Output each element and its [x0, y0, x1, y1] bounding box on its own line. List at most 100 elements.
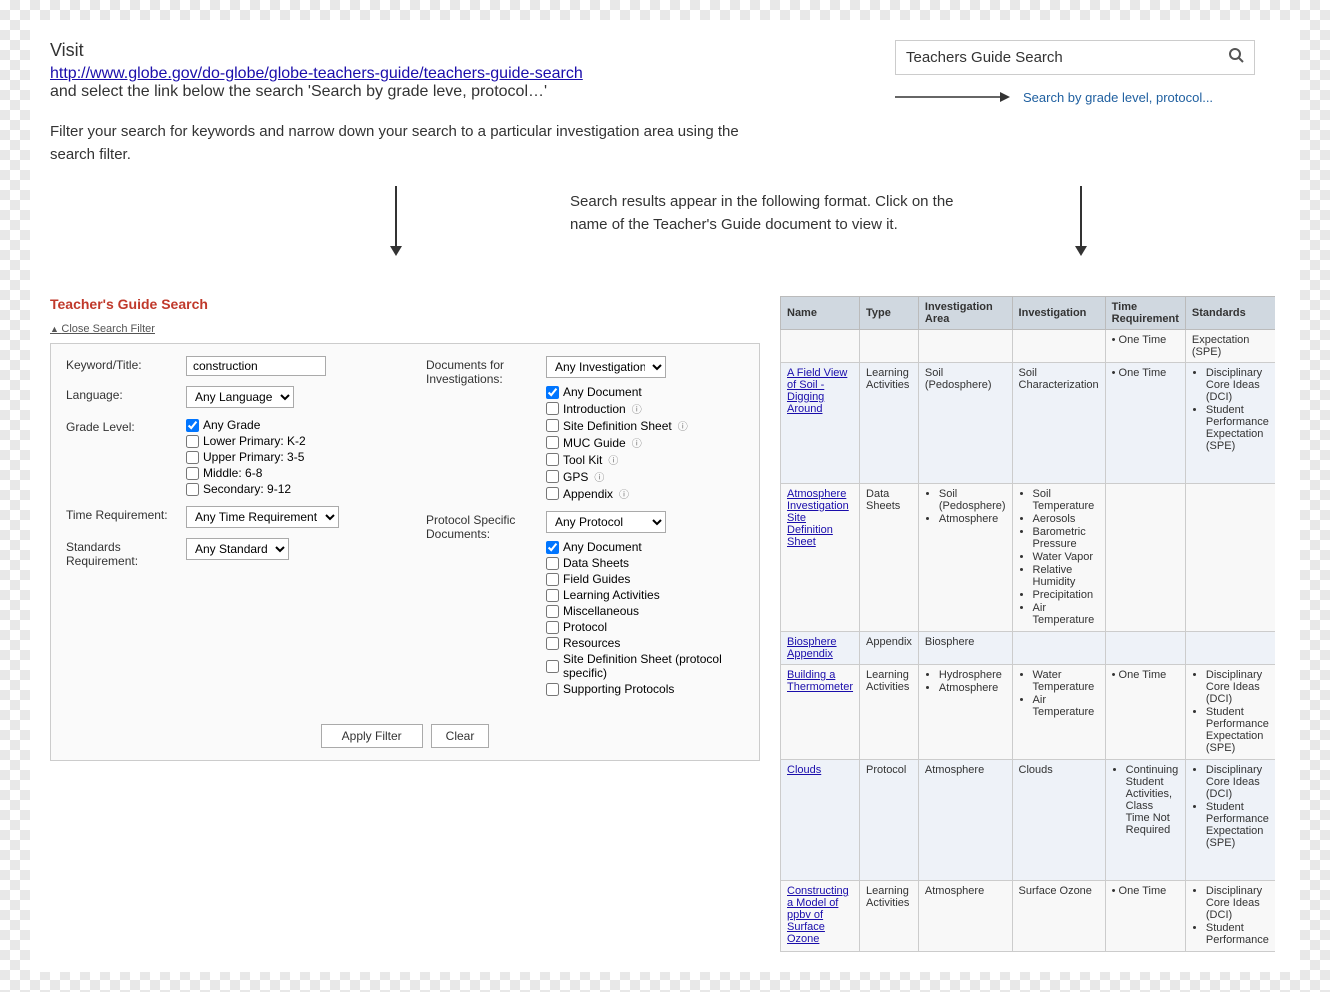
cell-inv-area: Soil (Pedosphere)	[918, 363, 1012, 484]
doc-appendix-checkbox[interactable]	[546, 487, 559, 500]
doc-link[interactable]: A Field View of Soil - Digging Around	[787, 367, 847, 415]
grade-middle-label: Middle: 6-8	[203, 466, 262, 480]
investigation-item: Air Temperature	[1033, 694, 1099, 718]
docs-inv-select[interactable]: Any Investigation	[546, 356, 666, 378]
keyword-row: Keyword/Title:	[66, 356, 406, 376]
filter-left-col: Keyword/Title: Language: Any L	[66, 356, 406, 706]
cell-name	[781, 330, 860, 363]
proto-protocol-checkbox[interactable]	[546, 621, 559, 634]
grade-lower-item: Lower Primary: K-2	[186, 434, 406, 448]
time-list: Continuing Student Activities, Class Tim…	[1112, 764, 1179, 836]
inv-area-item: Atmosphere	[939, 682, 1006, 694]
grade-middle-checkbox[interactable]	[186, 467, 199, 480]
protocol-content: Any Protocol Any Document Data Sheets	[546, 511, 744, 696]
standards-item: Student Performance Expectation (SPE)	[1206, 706, 1269, 754]
cell-inv-area: Biosphere	[918, 632, 1012, 665]
proto-resources-label: Resources	[563, 636, 620, 650]
col-time: Time Requirement	[1105, 297, 1185, 330]
standards-list: Disciplinary Core Ideas (DCI) Student Pe…	[1192, 764, 1269, 849]
proto-any-label: Any Document	[563, 540, 642, 554]
doc-appendix-info-icon: ⓘ	[619, 486, 629, 501]
doc-gps-checkbox[interactable]	[546, 470, 559, 483]
cell-time: Continuing Student Activities, Class Tim…	[1105, 760, 1185, 881]
filter-right-col: Documents for Investigations: Any Invest…	[426, 356, 744, 706]
grade-row: Grade Level: Any Grade Lower Primary: K-…	[66, 418, 406, 496]
cell-inv-area: Atmosphere	[918, 881, 1012, 952]
cell-type: Learning Activities	[860, 665, 919, 760]
doc-link[interactable]: Building a Thermometer	[787, 669, 853, 693]
doc-intro-checkbox[interactable]	[546, 402, 559, 415]
cell-time: • One Time	[1105, 665, 1185, 760]
doc-link[interactable]: Biosphere Appendix	[787, 636, 837, 660]
filter-buttons-row: Apply Filter Clear	[66, 716, 744, 748]
search-box[interactable]	[895, 40, 1255, 75]
inv-area-item: Soil (Pedosphere)	[939, 488, 1006, 512]
protocol-row: Protocol Specific Documents: Any Protoco…	[426, 511, 744, 696]
docs-inv-label: Documents for Investigations:	[426, 356, 546, 386]
doc-appendix-item: Appendix ⓘ	[546, 486, 744, 501]
doc-any-label: Any Document	[563, 385, 642, 399]
doc-muc-checkbox[interactable]	[546, 436, 559, 449]
search-button[interactable]	[1228, 47, 1244, 68]
grade-lower-checkbox[interactable]	[186, 435, 199, 448]
doc-toolkit-checkbox[interactable]	[546, 453, 559, 466]
cell-name: Atmosphere Investigation Site Definition…	[781, 484, 860, 632]
doc-link[interactable]: Clouds	[787, 764, 821, 776]
proto-datasheets-checkbox[interactable]	[546, 557, 559, 570]
vertical-line-right	[1080, 186, 1082, 246]
proto-supporting-item: Supporting Protocols	[546, 682, 744, 696]
doc-link[interactable]: Atmosphere Investigation Site Definition…	[787, 488, 849, 548]
apply-filter-button[interactable]: Apply Filter	[321, 724, 423, 748]
results-panel: Name Type Investigation Area Investigati…	[780, 296, 1275, 952]
vertical-line-left	[395, 186, 397, 246]
cell-name: Building a Thermometer	[781, 665, 860, 760]
proto-supporting-label: Supporting Protocols	[563, 682, 674, 696]
grade-secondary-checkbox[interactable]	[186, 483, 199, 496]
proto-any-checkbox[interactable]	[546, 541, 559, 554]
table-row: A Field View of Soil - Digging Around Le…	[781, 363, 1276, 484]
doc-sitedef-label: Site Definition Sheet	[563, 419, 672, 433]
proto-fieldguides-label: Field Guides	[563, 572, 630, 586]
doc-sitedef-checkbox[interactable]	[546, 419, 559, 432]
cell-inv-area: Hydrosphere Atmosphere	[918, 665, 1012, 760]
language-select[interactable]: Any Language English Spanish	[186, 386, 294, 408]
standards-item: Disciplinary Core Ideas (DCI)	[1206, 367, 1269, 403]
grade-any-label: Any Grade	[203, 418, 260, 432]
cell-standards: Disciplinary Core Ideas (DCI) Student Pe…	[1185, 881, 1275, 952]
doc-link[interactable]: Constructing a Model of ppbv of Surface …	[787, 885, 849, 945]
cell-time	[1105, 484, 1185, 632]
cell-investigation: Surface Ozone	[1012, 881, 1105, 952]
search-area: Search by grade level, protocol...	[895, 40, 1275, 107]
time-select[interactable]: Any Time Requirement One Time Continuing	[186, 506, 339, 528]
cell-type: Protocol	[860, 760, 919, 881]
proto-supporting-checkbox[interactable]	[546, 683, 559, 696]
sub-link-text[interactable]: Search by grade level, protocol...	[1023, 90, 1213, 105]
proto-resources-checkbox[interactable]	[546, 637, 559, 650]
annotation-area: Search results appear in the following f…	[50, 186, 1275, 286]
investigation-item: Water Temperature	[1033, 669, 1099, 693]
standards-item: Student Performance	[1206, 922, 1269, 946]
search-input[interactable]	[906, 49, 1228, 66]
grade-upper-item: Upper Primary: 3-5	[186, 450, 406, 464]
grade-upper-checkbox[interactable]	[186, 451, 199, 464]
proto-learning-checkbox[interactable]	[546, 589, 559, 602]
standards-select[interactable]: Any Standard NGSS	[186, 538, 289, 560]
proto-fieldguides-checkbox[interactable]	[546, 573, 559, 586]
grade-any-checkbox[interactable]	[186, 419, 199, 432]
standards-item: Student Performance Expectation (SPE)	[1206, 404, 1269, 452]
inv-area-list: Soil (Pedosphere) Atmosphere	[925, 488, 1006, 525]
visit-label: Visit	[50, 40, 750, 61]
cell-name: Biosphere Appendix	[781, 632, 860, 665]
protocol-select[interactable]: Any Protocol	[546, 511, 666, 533]
doc-any-checkbox[interactable]	[546, 386, 559, 399]
clear-button[interactable]: Clear	[431, 724, 490, 748]
proto-misc-item: Miscellaneous	[546, 604, 744, 618]
close-filter-link[interactable]: Close Search Filter	[50, 323, 155, 335]
globe-url-link[interactable]: http://www.globe.gov/do-globe/globe-teac…	[50, 65, 583, 82]
investigation-item: Air Temperature	[1033, 602, 1099, 626]
keyword-input[interactable]	[186, 356, 326, 376]
proto-misc-checkbox[interactable]	[546, 605, 559, 618]
grade-secondary-label: Secondary: 9-12	[203, 482, 291, 496]
cell-name: A Field View of Soil - Digging Around	[781, 363, 860, 484]
proto-sitedef-checkbox[interactable]	[546, 660, 559, 673]
